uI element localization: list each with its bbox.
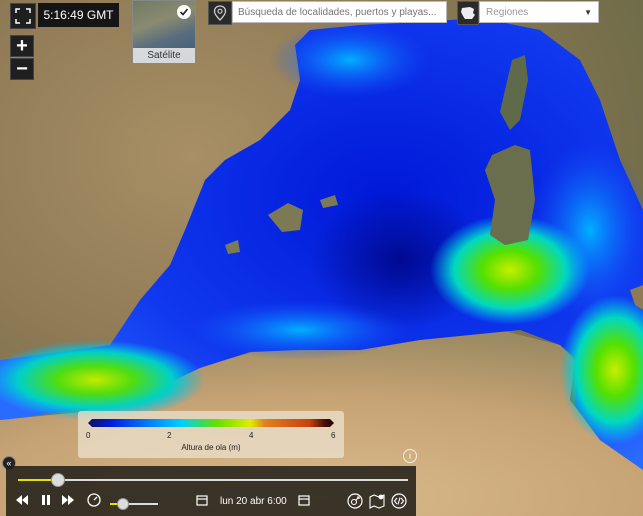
code-icon (391, 493, 407, 509)
wave-height-legend: 0 2 4 6 Altura de ola (m) (78, 411, 344, 458)
embed-code-button[interactable] (390, 492, 408, 510)
caret-down-icon: ▼ (584, 7, 592, 17)
rewind-icon (16, 495, 28, 505)
pause-icon (42, 495, 50, 505)
previous-date-button[interactable] (194, 492, 210, 508)
timeline-slider[interactable] (18, 473, 408, 487)
speedometer-icon (87, 493, 101, 507)
satellite-layer-button[interactable]: Satélite (132, 0, 196, 64)
wave-cyan-north (270, 22, 430, 98)
timeline-date: lun 20 abr 6:00 (220, 496, 287, 507)
check-icon (177, 5, 191, 19)
legend-tick-4: 4 (249, 431, 254, 440)
speed-button[interactable] (86, 492, 102, 508)
timeline-panel: lun 20 abr 6:00 (6, 466, 416, 516)
circle-arrow-icon (347, 493, 363, 509)
location-pin-button[interactable] (208, 1, 232, 25)
regions-select[interactable]: Regiones ▼ (479, 1, 599, 23)
calendar-icon (196, 495, 208, 506)
regions-select-label: Regiones (486, 6, 529, 18)
info-icon: i (409, 451, 411, 461)
regions-map-button[interactable] (457, 1, 479, 25)
current-time: 5:16:49 GMT (38, 3, 119, 27)
zoom-out-button[interactable]: − (10, 58, 34, 80)
spain-map-icon (461, 7, 475, 19)
legend-title: Altura de ola (m) (181, 443, 241, 452)
fullscreen-button[interactable] (10, 3, 36, 29)
forward-button[interactable] (60, 492, 76, 508)
speed-slider[interactable] (110, 498, 158, 510)
fullscreen-icon (15, 8, 31, 24)
fast-forward-icon (62, 495, 74, 505)
timeline-slider-handle[interactable] (51, 473, 65, 487)
zoom-in-button[interactable]: + (10, 35, 34, 57)
map-gear-icon (369, 494, 385, 509)
map-settings-button[interactable] (368, 492, 386, 510)
gender-toggle-button[interactable] (346, 492, 364, 510)
speed-slider-handle[interactable] (117, 498, 129, 510)
search-input[interactable] (232, 1, 447, 23)
legend-color-bar (88, 419, 334, 427)
legend-tick-0: 0 (86, 431, 91, 440)
calendar-icon (298, 495, 310, 506)
satellite-layer-label: Satélite (133, 48, 195, 63)
info-button[interactable]: i (403, 449, 417, 463)
next-date-button[interactable] (296, 492, 312, 508)
pause-button[interactable] (38, 492, 54, 508)
legend-tick-2: 2 (167, 431, 172, 440)
map-pin-icon (213, 5, 227, 21)
legend-tick-6: 6 (331, 431, 336, 440)
rewind-button[interactable] (14, 492, 30, 508)
